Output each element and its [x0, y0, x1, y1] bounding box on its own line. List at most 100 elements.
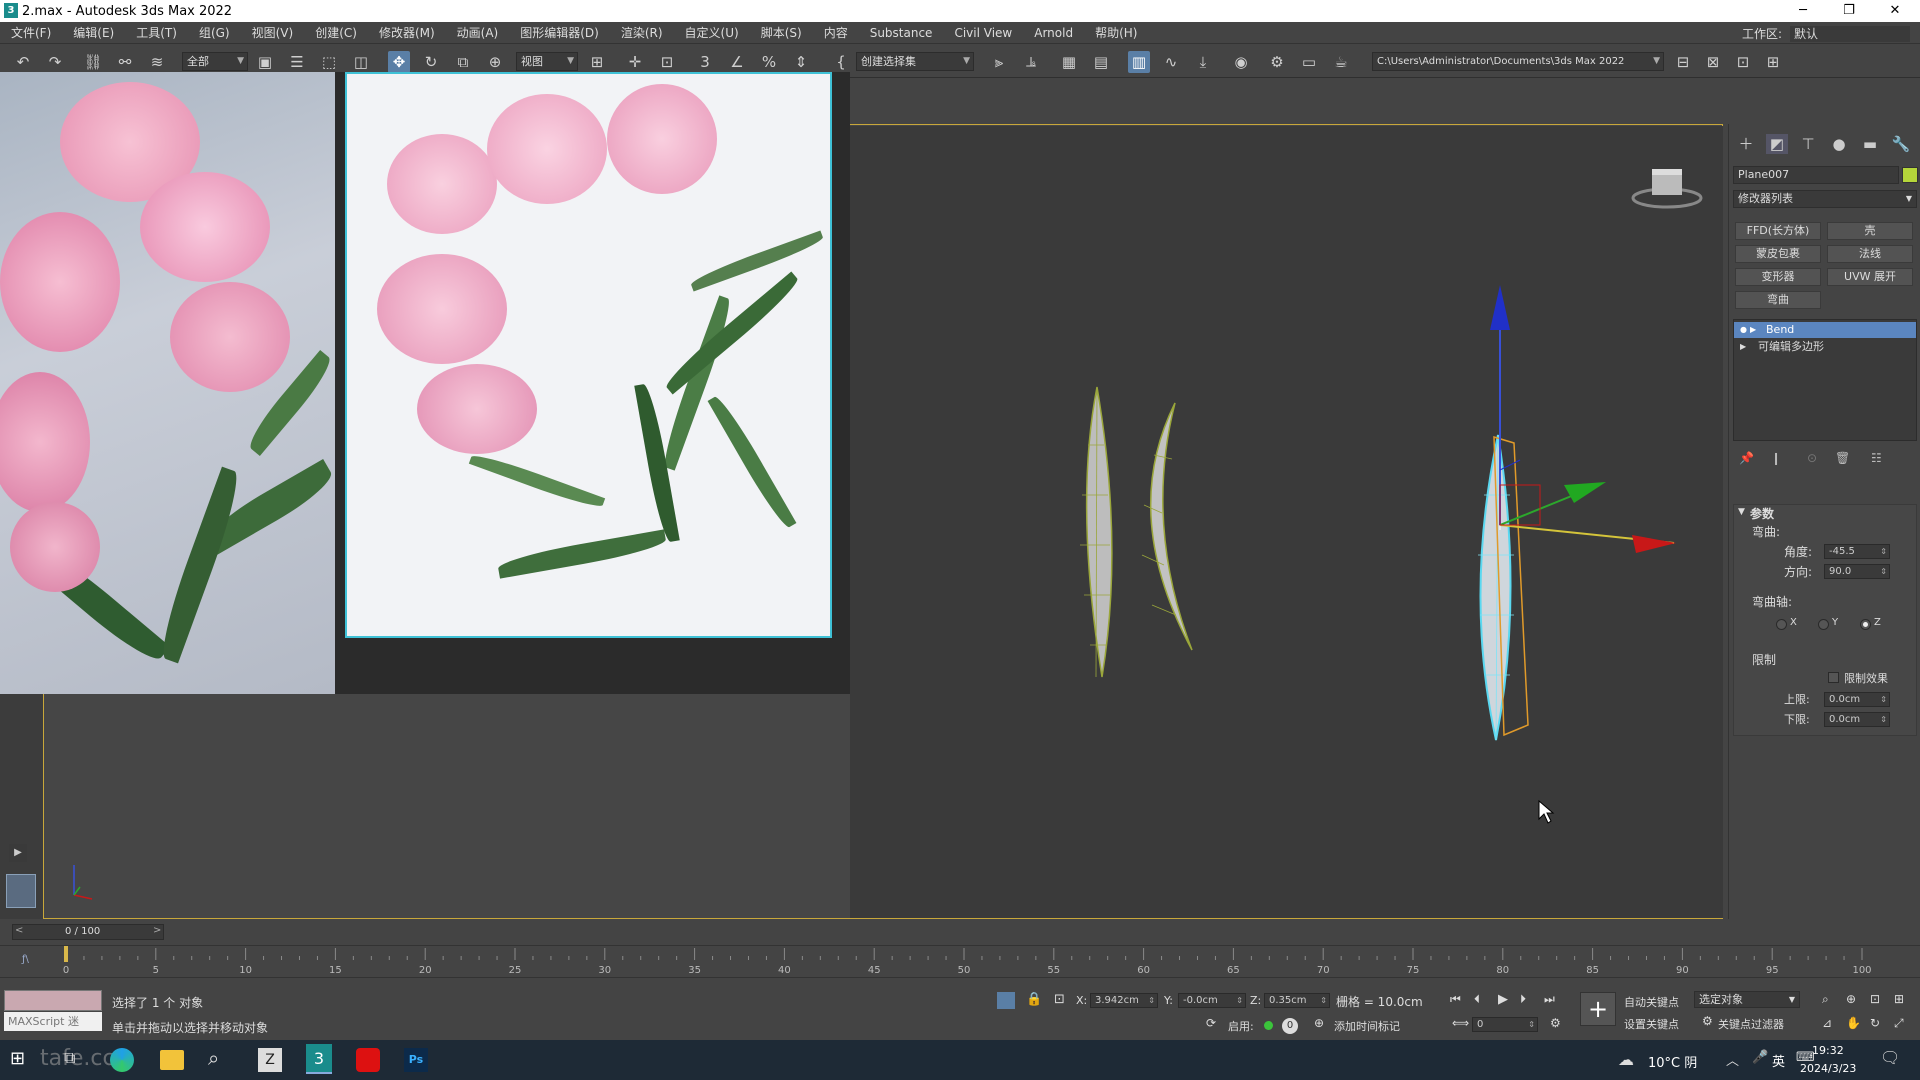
spinner-arrows-icon[interactable]: ⇕: [1236, 994, 1243, 1007]
reference-image-2[interactable]: [345, 72, 832, 638]
minimize-button[interactable]: ─: [1780, 0, 1826, 22]
axis-z-radio[interactable]: [1860, 619, 1871, 630]
menu-arnold[interactable]: Arnold: [1023, 26, 1084, 40]
menu-graph-editors[interactable]: 图形编辑器(D): [509, 24, 610, 41]
zoom-extents-icon[interactable]: ⊡: [1870, 992, 1880, 1006]
expand-arrow-icon[interactable]: ▶: [1740, 339, 1746, 355]
bend-button[interactable]: 弯曲: [1735, 291, 1821, 309]
mirror-icon[interactable]: ⫸: [988, 51, 1010, 73]
utilities-tab-icon[interactable]: 🔧: [1890, 134, 1912, 154]
task-view-icon[interactable]: ⧉: [64, 1048, 75, 1068]
adaptive-degradation-icon[interactable]: ⟳: [1206, 1016, 1216, 1030]
named-selection-dropdown[interactable]: 创建选择集 ▼: [856, 52, 974, 71]
create-tab-icon[interactable]: ＋: [1735, 134, 1757, 154]
field-of-view-icon[interactable]: ⊿: [1822, 1016, 1832, 1030]
manipulate-icon[interactable]: ✛: [624, 51, 646, 73]
zoom-icon[interactable]: ⌕: [1822, 992, 1829, 1007]
clock-time[interactable]: 19:32: [1812, 1044, 1844, 1057]
windows-start-icon[interactable]: ⊞: [10, 1048, 25, 1069]
select-and-place-icon[interactable]: ⊕: [484, 51, 506, 73]
align-icon[interactable]: ⫡: [1020, 51, 1042, 73]
limit-effect-checkbox[interactable]: [1828, 672, 1839, 683]
photoshop-icon[interactable]: Ps: [404, 1048, 428, 1072]
select-by-name-icon[interactable]: ☰: [286, 51, 308, 73]
spinner-arrows-icon[interactable]: ⇕: [1148, 994, 1155, 1007]
restore-button[interactable]: ❐: [1826, 0, 1872, 22]
zbrush-icon[interactable]: Z: [258, 1048, 282, 1072]
upper-limit-spinner[interactable]: 0.0cm ⇕: [1824, 692, 1890, 707]
uvw-unwrap-button[interactable]: UVW 展开: [1827, 268, 1913, 286]
auto-key-button[interactable]: 自动关键点: [1624, 994, 1679, 1010]
spinner-arrows-icon[interactable]: ⇕: [1880, 545, 1887, 558]
menu-modifiers[interactable]: 修改器(M): [368, 24, 446, 41]
app-red-icon[interactable]: [356, 1048, 380, 1072]
ffd-box-button[interactable]: FFD(长方体): [1735, 222, 1821, 240]
z-coordinate-field[interactable]: 0.35cm ⇕: [1264, 993, 1330, 1008]
time-tag-icon[interactable]: 0: [1282, 1018, 1298, 1034]
set-key-button[interactable]: 设置关键点: [1624, 1016, 1679, 1032]
maxscript-mini-listener[interactable]: MAXScript 迷: [4, 1012, 102, 1031]
project-extra2-icon[interactable]: ⊞: [1762, 51, 1784, 73]
project-path-dropdown[interactable]: C:\Users\Administrator\Documents\3ds Max…: [1372, 52, 1664, 71]
viewport-layout-icon[interactable]: [6, 874, 36, 908]
remove-modifier-icon[interactable]: 🗑: [1835, 451, 1850, 465]
snaps-toggle-icon[interactable]: 3: [694, 51, 716, 73]
hierarchy-tab-icon[interactable]: ⊤: [1797, 134, 1819, 154]
direction-spinner[interactable]: 90.0 ⇕: [1824, 564, 1890, 579]
search-app-icon[interactable]: ⌕: [208, 1046, 219, 1070]
track-bar[interactable]: ƒ\ 0 5 10 15 20 25 30 35 40 45 50 55 60 65 70 75 80 85 90 9…: [0, 945, 1920, 977]
menu-civil-view[interactable]: Civil View: [943, 26, 1023, 40]
absolute-mode-icon[interactable]: ⊡: [1054, 992, 1065, 1007]
axis-x-radio[interactable]: [1776, 619, 1787, 630]
pin-stack-icon[interactable]: 📌: [1739, 451, 1754, 465]
rectangular-selection-icon[interactable]: ⬚: [318, 51, 340, 73]
render-setup-icon[interactable]: ⚙: [1266, 51, 1288, 73]
menu-scripting[interactable]: 脚本(S): [750, 24, 813, 41]
menu-create[interactable]: 创建(C): [304, 24, 368, 41]
menu-group[interactable]: 组(G): [188, 24, 241, 41]
file-explorer-icon[interactable]: [160, 1050, 184, 1070]
object-color-swatch[interactable]: [1902, 167, 1918, 183]
window-crossing-icon[interactable]: ◫: [350, 51, 372, 73]
menu-edit[interactable]: 编辑(E): [62, 24, 125, 41]
reference-coordinate-dropdown[interactable]: 视图 ▼: [516, 52, 578, 71]
select-and-rotate-icon[interactable]: ↻: [420, 51, 442, 73]
spinner-arrows-icon[interactable]: ⇕: [1880, 693, 1887, 706]
link-icon[interactable]: ⛓: [82, 51, 104, 73]
normal-button[interactable]: 法线: [1827, 245, 1913, 263]
spinner-arrows-icon[interactable]: ⇕: [1320, 994, 1327, 1007]
key-target-dropdown[interactable]: 选定对象 ▼: [1694, 991, 1800, 1008]
3dsmax-taskbar-icon[interactable]: 3: [306, 1044, 332, 1074]
maximize-viewport-icon[interactable]: ⤢: [1894, 1016, 1904, 1031]
modifier-list-dropdown[interactable]: 修改器列表 ▼: [1733, 190, 1917, 208]
menu-help[interactable]: 帮助(H): [1084, 24, 1148, 41]
percent-snap-icon[interactable]: %: [758, 51, 780, 73]
undo-icon[interactable]: ↶: [12, 51, 34, 73]
expand-arrow-icon[interactable]: ▶: [1750, 322, 1756, 338]
motion-tab-icon[interactable]: ●: [1828, 134, 1850, 154]
reference-image-1[interactable]: [0, 72, 335, 694]
project-extra-icon[interactable]: ⊡: [1732, 51, 1754, 73]
redo-icon[interactable]: ↷: [44, 51, 66, 73]
x-coordinate-field[interactable]: 3.942cm ⇕: [1090, 993, 1158, 1008]
previous-frame-icon[interactable]: ⏴: [1474, 992, 1480, 1007]
tray-expand-icon[interactable]: ︿: [1726, 1050, 1739, 1069]
menu-rendering[interactable]: 渲染(R): [610, 24, 674, 41]
pan-icon[interactable]: ✋: [1846, 1016, 1861, 1030]
render-production-icon[interactable]: ☕: [1330, 51, 1352, 73]
select-and-scale-icon[interactable]: ⧉: [452, 51, 474, 73]
schematic-view-icon[interactable]: ⤓: [1192, 51, 1214, 73]
maxscript-listener-pink[interactable]: [4, 990, 102, 1011]
axis-y-radio[interactable]: [1818, 619, 1829, 630]
play-icon[interactable]: ▶: [1498, 992, 1508, 1007]
lower-limit-spinner[interactable]: 0.0cm ⇕: [1824, 712, 1890, 727]
menu-content[interactable]: 内容: [813, 24, 859, 41]
clock-date[interactable]: 2024/3/23: [1800, 1062, 1856, 1075]
curve-editor-icon[interactable]: ∿: [1160, 51, 1182, 73]
spinner-arrows-icon[interactable]: ⇕: [1528, 1018, 1535, 1031]
menu-animation[interactable]: 动画(A): [446, 24, 510, 41]
select-and-move-icon[interactable]: ✥: [388, 51, 410, 73]
angle-spinner[interactable]: -45.5 ⇕: [1824, 544, 1890, 559]
enable-indicator-icon[interactable]: [1264, 1021, 1273, 1030]
key-filters-button[interactable]: 关键点过滤器: [1718, 1016, 1784, 1032]
